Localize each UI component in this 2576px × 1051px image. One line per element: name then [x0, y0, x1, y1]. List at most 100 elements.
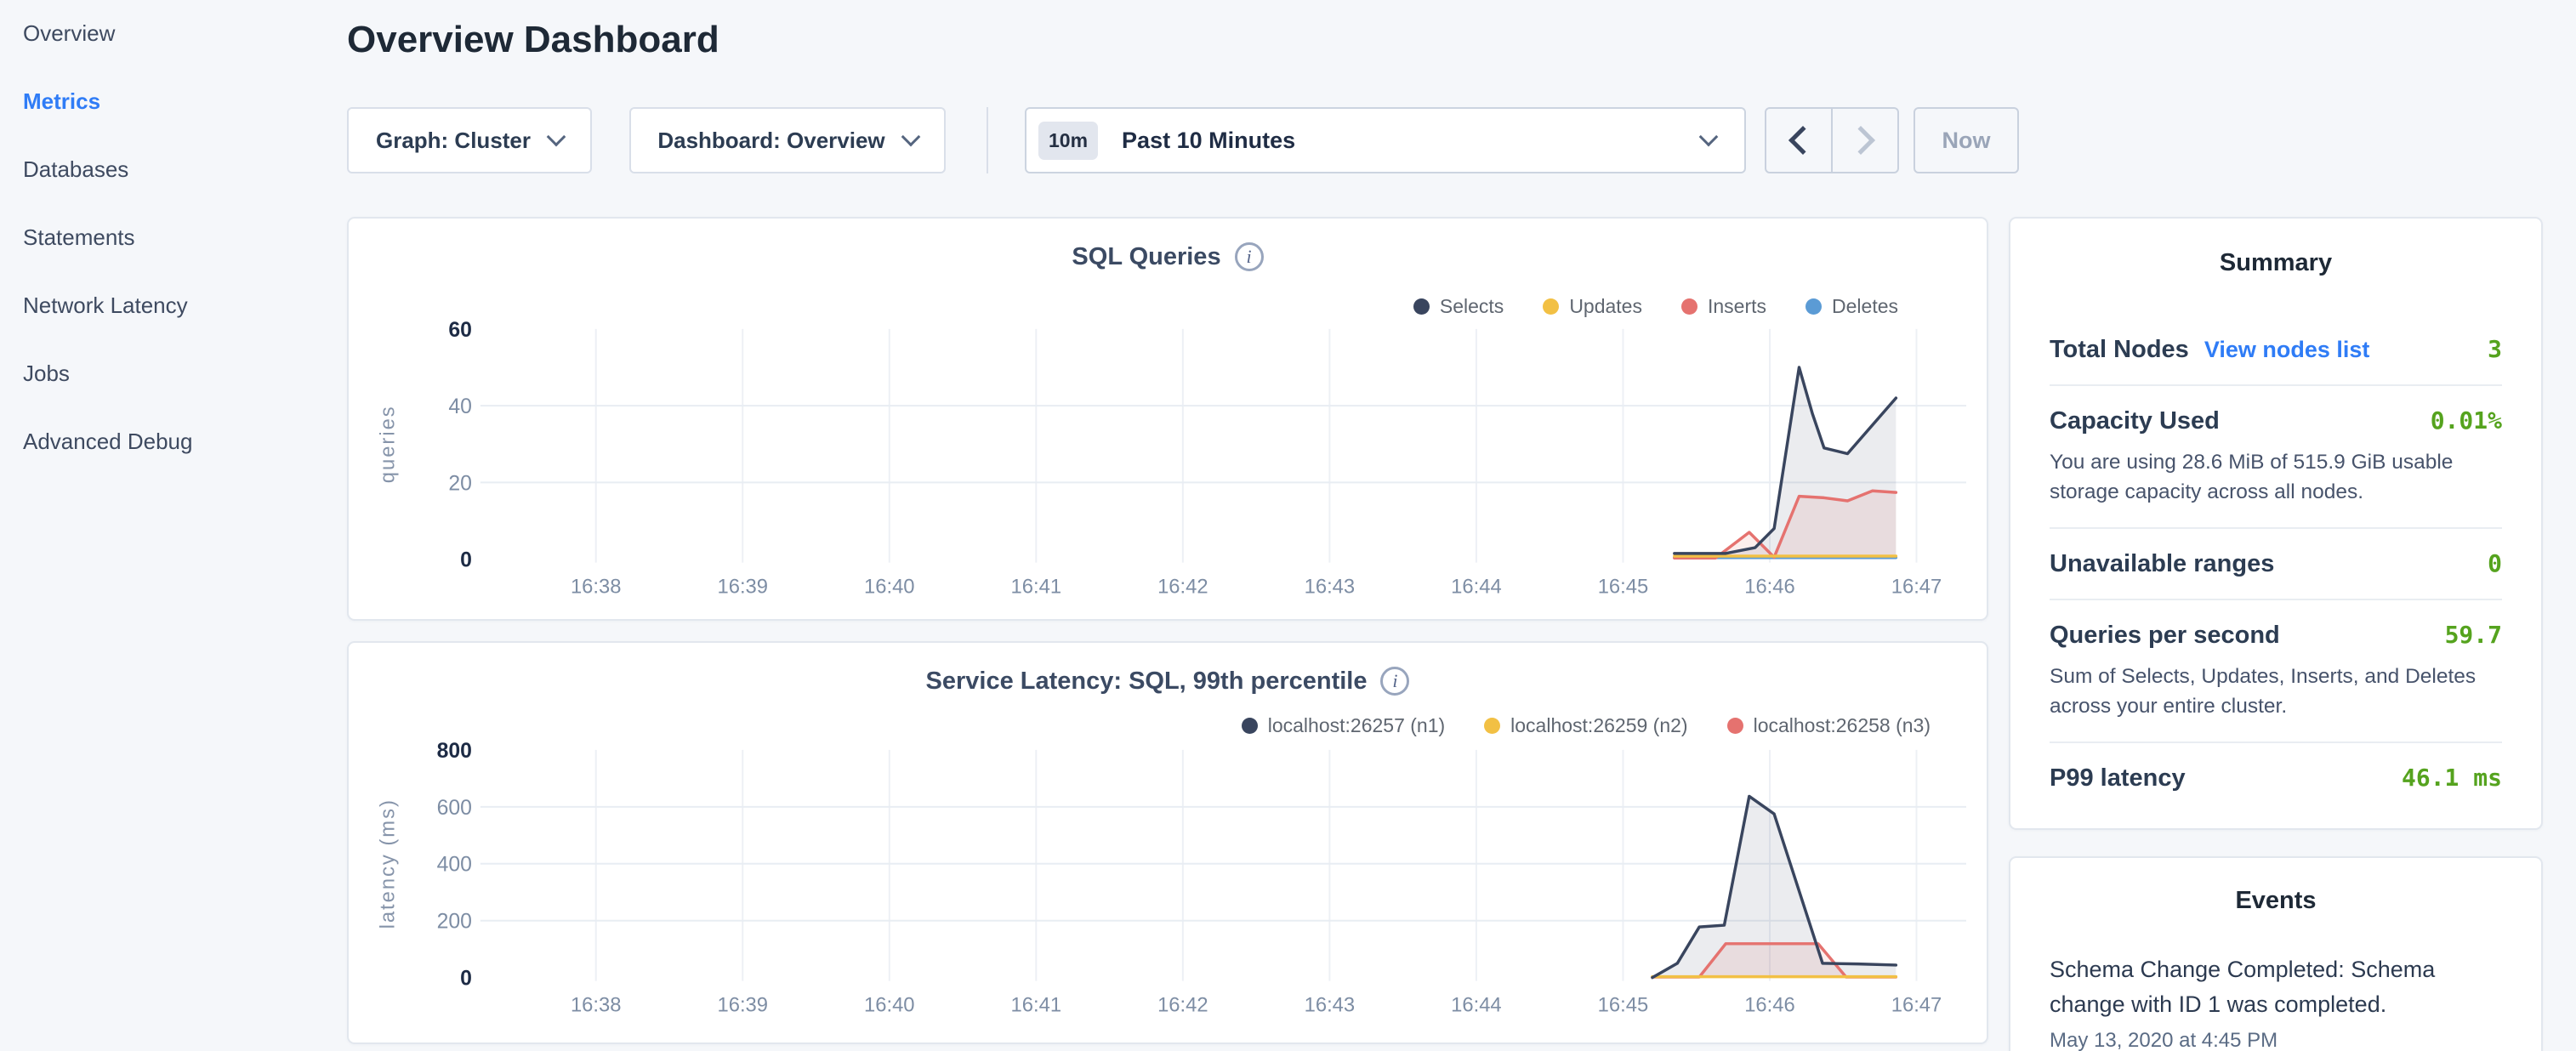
- svg-text:16:44: 16:44: [1451, 993, 1502, 1016]
- svg-text:16:45: 16:45: [1598, 575, 1649, 598]
- dashboard-dropdown[interactable]: Dashboard: Overview: [629, 107, 946, 173]
- summary-row-label: Unavailable ranges: [2050, 550, 2274, 578]
- chart-plot: 16:3816:3916:4016:4116:4216:4316:4416:45…: [349, 643, 1987, 1042]
- info-icon[interactable]: i: [1235, 242, 1264, 271]
- graph-scope-dropdown-label: Graph: Cluster: [376, 128, 531, 154]
- legend-item-selects[interactable]: Selects: [1413, 295, 1504, 318]
- events-panel: Events Schema Change Completed: Schema c…: [2009, 856, 2543, 1051]
- next-time-window-button[interactable]: [1833, 109, 1897, 172]
- svg-text:16:47: 16:47: [1891, 575, 1942, 598]
- legend-dot-icon: [1413, 298, 1430, 315]
- legend-item-localhost-26258-n3[interactable]: localhost:26258 (n3): [1727, 714, 1931, 737]
- legend-item-localhost-26259-n2[interactable]: localhost:26259 (n2): [1484, 714, 1687, 737]
- svg-text:16:39: 16:39: [717, 575, 768, 598]
- legend-dot-icon: [1805, 298, 1822, 315]
- sidebar-item-network-latency[interactable]: Network Latency: [23, 293, 192, 318]
- legend-label: Deletes: [1832, 295, 1898, 318]
- sidebar-item-jobs[interactable]: Jobs: [23, 361, 192, 386]
- svg-text:16:42: 16:42: [1157, 993, 1208, 1016]
- sidebar-item-metrics[interactable]: Metrics: [23, 88, 192, 114]
- summary-row-p99-latency: P99 latency 46.1 ms: [2050, 743, 2502, 813]
- svg-text:16:41: 16:41: [1011, 993, 1062, 1016]
- legend-dot-icon: [1727, 718, 1743, 734]
- svg-text:200: 200: [437, 911, 472, 934]
- svg-text:16:41: 16:41: [1011, 575, 1062, 598]
- summary-row-total-nodes: Total NodesView nodes list3: [2050, 315, 2502, 386]
- legend-item-updates[interactable]: Updates: [1543, 295, 1642, 318]
- now-button[interactable]: Now: [1914, 107, 2019, 173]
- svg-text:600: 600: [437, 797, 472, 820]
- chevron-right-icon: [1846, 126, 1875, 155]
- summary-row-label: Queries per second: [2050, 622, 2280, 650]
- info-icon[interactable]: i: [1380, 667, 1409, 696]
- dashboard-dropdown-label: Dashboard: Overview: [657, 128, 884, 154]
- summary-row-head: Unavailable ranges 0: [2050, 549, 2502, 578]
- events-title: Events: [2050, 887, 2502, 915]
- chevron-left-icon: [1788, 126, 1817, 155]
- event-text: Schema Change Completed: Schema change w…: [2050, 952, 2502, 1022]
- chart-title-row: SQL Queries i: [349, 242, 1987, 271]
- chevron-down-icon: [901, 128, 920, 147]
- controls-bar: Graph: Cluster Dashboard: Overview 10m P…: [347, 107, 1988, 173]
- svg-text:16:42: 16:42: [1157, 575, 1208, 598]
- legend-dot-icon: [1681, 298, 1697, 315]
- admin-ui-dashboard: Overview Metrics Databases Statements Networ…: [0, 0, 2576, 1051]
- time-window-picker[interactable]: 10m Past 10 Minutes: [1025, 107, 1746, 173]
- sidebar-item-statements[interactable]: Statements: [23, 224, 192, 250]
- prev-time-window-button[interactable]: [1766, 109, 1833, 172]
- svg-text:0: 0: [460, 549, 472, 572]
- sidebar-item-advanced-debug[interactable]: Advanced Debug: [23, 429, 192, 454]
- event-timestamp: May 13, 2020 at 4:45 PM: [2050, 1029, 2502, 1051]
- legend-dot-icon: [1484, 718, 1500, 734]
- summary-row-head: P99 latency 46.1 ms: [2050, 764, 2502, 793]
- time-window-label: Past 10 Minutes: [1122, 128, 1295, 154]
- legend-item-deletes[interactable]: Deletes: [1805, 295, 1898, 318]
- svg-text:400: 400: [437, 854, 472, 877]
- summary-panel: Summary Total NodesView nodes list3Capac…: [2009, 217, 2543, 830]
- svg-text:16:47: 16:47: [1891, 993, 1942, 1016]
- svg-text:16:46: 16:46: [1744, 575, 1795, 598]
- legend-label: localhost:26259 (n2): [1510, 714, 1687, 737]
- sql-queries-chart-card: SQL Queries i Selects Updates Inserts Delet…: [347, 217, 1988, 621]
- svg-text:16:38: 16:38: [571, 575, 622, 598]
- summary-row-capacity-used: Capacity Used0.01%You are using 28.6 MiB…: [2050, 386, 2502, 529]
- summary-row-value: 0.01%: [2431, 406, 2502, 435]
- svg-text:latency (ms): latency (ms): [377, 798, 400, 929]
- summary-rows: Total NodesView nodes list3Capacity Used…: [2050, 315, 2502, 813]
- summary-row-head: Capacity Used0.01%: [2050, 406, 2502, 435]
- view-nodes-list-link[interactable]: View nodes list: [2204, 337, 2370, 363]
- summary-row-value: 46.1 ms: [2402, 764, 2502, 792]
- chart-title: Service Latency: SQL, 99th percentile: [926, 668, 1368, 696]
- chart-legend: Selects Updates Inserts Deletes: [1413, 295, 1898, 318]
- legend-item-localhost-26257-n1[interactable]: localhost:26257 (n1): [1242, 714, 1445, 737]
- summary-row-description: Sum of Selects, Updates, Inserts, and De…: [2050, 662, 2502, 721]
- svg-text:800: 800: [437, 740, 472, 763]
- svg-text:16:45: 16:45: [1598, 993, 1649, 1016]
- sidebar-item-overview[interactable]: Overview: [23, 20, 192, 46]
- summary-row-value: 0: [2488, 549, 2502, 577]
- svg-text:16:44: 16:44: [1451, 575, 1502, 598]
- summary-row-label: P99 latency: [2050, 764, 2186, 793]
- legend-label: Inserts: [1708, 295, 1766, 318]
- svg-text:60: 60: [448, 319, 472, 342]
- sidebar-nav: Overview Metrics Databases Statements Networ…: [23, 20, 192, 454]
- svg-text:16:40: 16:40: [864, 993, 915, 1016]
- svg-text:40: 40: [448, 395, 472, 418]
- summary-row-label: Total Nodes: [2050, 336, 2189, 364]
- legend-item-inserts[interactable]: Inserts: [1681, 295, 1766, 318]
- sidebar-item-databases[interactable]: Databases: [23, 156, 192, 182]
- summary-row-queries-per-second: Queries per second59.7Sum of Selects, Up…: [2050, 600, 2502, 743]
- chart-title: SQL Queries: [1072, 243, 1220, 271]
- summary-row-unavailable-ranges: Unavailable ranges 0: [2050, 529, 2502, 600]
- legend-dot-icon: [1242, 718, 1258, 734]
- svg-text:16:43: 16:43: [1305, 575, 1356, 598]
- graph-scope-dropdown[interactable]: Graph: Cluster: [347, 107, 592, 173]
- events-list: Schema Change Completed: Schema change w…: [2050, 952, 2502, 1051]
- chart-plot: 16:38 16:39 16:40 16:41 16:42 16:43 16:44 16:45…: [349, 219, 1987, 619]
- service-latency-chart-card: Service Latency: SQL, 99th percentile i …: [347, 641, 1988, 1044]
- legend-label: Selects: [1440, 295, 1504, 318]
- event-item[interactable]: Schema Change Completed: Schema change w…: [2050, 952, 2502, 1051]
- time-pager: [1765, 107, 1899, 173]
- main-content: Overview Dashboard Graph: Cluster Dashbo…: [347, 0, 1988, 1051]
- svg-text:16:40: 16:40: [864, 575, 915, 598]
